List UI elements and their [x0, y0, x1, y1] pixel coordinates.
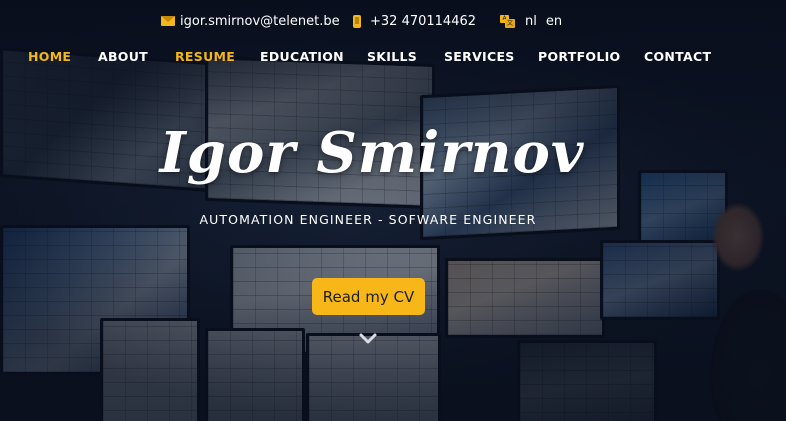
- hero-name: Igor Smirnov: [159, 120, 585, 186]
- nav-skills[interactable]: SKILLS: [367, 49, 417, 64]
- nav-education[interactable]: EDUCATION: [260, 49, 344, 64]
- read-cv-button[interactable]: Read my CV: [312, 278, 425, 315]
- language-link-nl[interactable]: nl: [525, 14, 537, 29]
- nav-contact[interactable]: CONTACT: [644, 49, 711, 64]
- email-text[interactable]: igor.smirnov@telenet.be: [180, 14, 340, 29]
- nav-home[interactable]: HOME: [28, 49, 71, 64]
- nav-resume[interactable]: RESUME: [175, 49, 235, 64]
- nav-services[interactable]: SERVICES: [444, 49, 515, 64]
- nav-portfolio[interactable]: PORTFOLIO: [538, 49, 621, 64]
- nav-about[interactable]: ABOUT: [98, 49, 148, 64]
- phone-text[interactable]: +32 470114462: [370, 14, 476, 29]
- hero-subtitle: AUTOMATION ENGINEER - SOFWARE ENGINEER: [199, 212, 537, 227]
- contact-bar: igor.smirnov@telenet.be +32 470114462 A文…: [0, 11, 786, 31]
- contact-email[interactable]: igor.smirnov@telenet.be: [161, 11, 340, 31]
- envelope-icon: [161, 16, 175, 26]
- language-icon: A文: [500, 14, 515, 28]
- main-nav: HOME ABOUT RESUME EDUCATION SKILLS SERVI…: [0, 49, 786, 67]
- language-switcher: A文 nl en: [500, 11, 571, 31]
- contact-phone[interactable]: +32 470114462: [353, 11, 476, 31]
- language-link-en[interactable]: en: [546, 14, 562, 29]
- mobile-phone-icon: [353, 14, 361, 28]
- chevron-down-icon[interactable]: [358, 332, 378, 346]
